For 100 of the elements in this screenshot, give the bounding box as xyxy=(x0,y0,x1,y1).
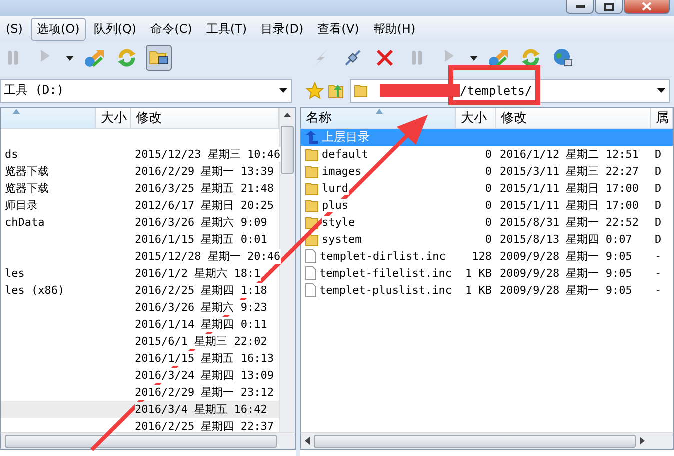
file-name: chData xyxy=(5,216,45,229)
maximize-button[interactable] xyxy=(595,0,623,14)
attributes: D xyxy=(655,165,662,178)
right-arrow-icon[interactable] xyxy=(640,437,645,445)
transfer-icon xyxy=(84,48,106,68)
column-header[interactable]: 修改 xyxy=(131,108,279,129)
file-size: 128 xyxy=(472,250,492,263)
modified-date: 2015/6/1 星期三 22:02 xyxy=(135,334,268,349)
file-size: 0 xyxy=(485,199,492,212)
file-name[interactable]: plus xyxy=(322,199,348,212)
folder-computer-icon xyxy=(149,49,169,67)
file-row[interactable]: 2016/3/4 星期五 16:42 xyxy=(1,401,279,418)
file-name: 览器下载 xyxy=(5,181,49,196)
modified-date: 2016/3/25 星期五 21:48 xyxy=(135,181,274,196)
file-name[interactable]: default xyxy=(322,148,368,161)
attributes: - xyxy=(655,284,662,297)
column-header[interactable]: 大小 xyxy=(456,108,496,129)
modified-date: 2016/3/26 星期六 9:23 xyxy=(135,300,268,315)
modified-date: 2016/1/15 星期五 0:01 xyxy=(135,232,268,247)
file-size: 0 xyxy=(485,233,492,246)
file-icon xyxy=(305,266,317,281)
menu-item[interactable]: 选项(O) xyxy=(30,18,86,40)
minimize-icon xyxy=(576,5,584,8)
path-dropdown[interactable]: 工具 (D:) xyxy=(0,78,292,102)
caret-icon xyxy=(470,56,478,60)
modified-date: 2016/3/24 星期四 13:09 xyxy=(135,368,274,383)
modified-date: 2016/1/12 星期二 12:51 xyxy=(500,147,639,162)
scrollbar-thumb[interactable] xyxy=(281,126,294,174)
vertical-scrollbar[interactable] xyxy=(279,108,295,432)
maximize-icon xyxy=(604,2,614,10)
file-size: 0 xyxy=(485,182,492,195)
modified-date: 2016/2/25 星期四 1:18 xyxy=(135,283,268,298)
menu-item[interactable]: 帮助(H) xyxy=(367,18,422,40)
modified-date: 2016/2/25 星期四 22:37 xyxy=(135,419,274,432)
pause-icon xyxy=(6,50,20,66)
pause-icon xyxy=(410,50,424,66)
toolbar-button[interactable] xyxy=(146,45,172,71)
file-icon xyxy=(305,283,317,298)
modified-date: 2016/3/26 星期六 9:09 xyxy=(135,215,268,230)
refresh-icon xyxy=(521,48,541,68)
modified-date: 2015/12/23 星期三 10:46 xyxy=(135,147,281,162)
attributes: - xyxy=(655,250,662,263)
file-name: 览器下载 xyxy=(5,164,49,179)
attributes: D xyxy=(655,199,662,212)
menu-item[interactable]: 命令(C) xyxy=(144,18,198,40)
transfer-icon xyxy=(488,48,510,68)
modified-date: 2016/3/4 星期五 16:42 xyxy=(135,402,268,417)
column-header[interactable]: 名称 xyxy=(301,108,456,129)
file-name: les xyxy=(5,267,25,280)
file-size: 0 xyxy=(485,216,492,229)
menu-item[interactable]: 查看(V) xyxy=(312,18,366,40)
file-name[interactable]: templet-filelist.inc xyxy=(320,267,452,280)
path-dropdown[interactable]: /templets/ xyxy=(350,78,670,102)
close-button[interactable] xyxy=(624,0,670,14)
modified-date: 2015/8/13 星期四 0:07 xyxy=(500,232,632,247)
file-name[interactable]: templet-dirlist.inc xyxy=(320,250,446,263)
file-name[interactable]: style xyxy=(322,216,356,229)
column-header[interactable]: 修改 xyxy=(496,108,651,129)
modified-date: 2016/1/2 星期六 18:1 xyxy=(135,266,261,281)
file-icon xyxy=(305,249,317,264)
file-size: 0 xyxy=(485,165,492,178)
file-name[interactable]: templet-pluslist.inc xyxy=(320,284,452,297)
file-name: les (x86) xyxy=(5,284,65,297)
file-name[interactable]: system xyxy=(322,233,362,246)
star-icon[interactable] xyxy=(306,82,324,100)
file-name[interactable]: images xyxy=(322,165,362,178)
menu-item[interactable]: 队列(Q) xyxy=(88,18,143,40)
horizontal-scrollbar[interactable] xyxy=(0,432,296,450)
left-arrow-icon[interactable] xyxy=(305,437,310,445)
file-name: 师目录 xyxy=(5,198,38,213)
modified-date: 2016/1/14 星期四 0:11 xyxy=(135,317,268,332)
minimize-button[interactable] xyxy=(566,0,594,14)
caret-icon xyxy=(66,56,74,60)
modified-date: 2015/8/31 星期一 22:52 xyxy=(500,215,639,230)
modified-date: 2015/1/11 星期日 17:00 xyxy=(500,181,639,196)
file-name: ds xyxy=(5,148,18,161)
attributes: D xyxy=(655,182,662,195)
attributes: - xyxy=(655,267,662,280)
sort-arrow-icon xyxy=(376,109,383,114)
attributes: D xyxy=(655,216,662,229)
menu-item[interactable]: 目录(D) xyxy=(255,18,310,40)
horizontal-scrollbar[interactable] xyxy=(300,432,674,450)
modified-date: 2016/2/29 星期一 13:39 xyxy=(135,164,274,179)
modified-date: 2016/1/15 星期五 16:13 xyxy=(135,351,274,366)
up-arrow-icon xyxy=(305,130,319,144)
menu-item[interactable]: (S) xyxy=(0,19,29,39)
caret-icon xyxy=(279,88,288,93)
modified-date: 2012/6/17 星期日 20:25 xyxy=(135,198,274,213)
column-header[interactable]: 属 xyxy=(651,108,673,129)
modified-date: 2016/2/29 星期一 23:12 xyxy=(135,385,274,400)
modified-date: 2015/3/11 星期三 22:27 xyxy=(500,164,639,179)
close-icon xyxy=(376,49,394,67)
menu-item[interactable]: 工具(T) xyxy=(200,18,254,40)
modified-date: 2015/12/28 星期一 20:46 xyxy=(135,249,281,264)
column-header[interactable]: 大小 xyxy=(96,108,131,129)
modified-date: 2009/9/28 星期一 9:05 xyxy=(500,266,632,281)
attributes: D xyxy=(655,148,662,161)
file-name[interactable]: lurd xyxy=(322,182,348,195)
modified-date: 2009/9/28 星期一 9:05 xyxy=(500,249,632,264)
caret-icon xyxy=(657,88,666,93)
